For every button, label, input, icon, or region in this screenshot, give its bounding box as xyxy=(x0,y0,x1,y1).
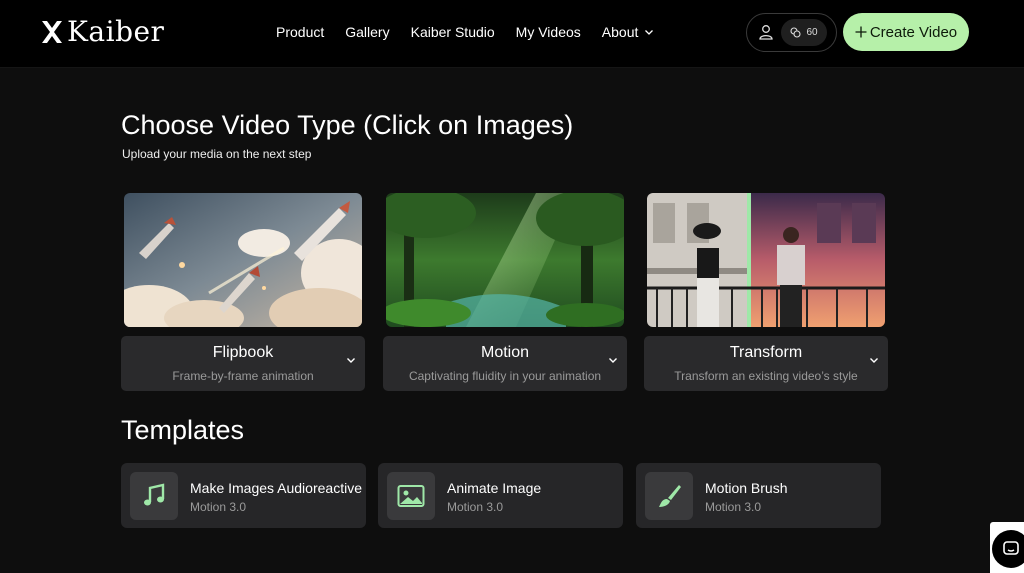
page-subtitle: Upload your media on the next step xyxy=(122,147,312,161)
template-name: Animate Image xyxy=(447,480,542,496)
top-navbar: Kaiber Product Gallery Kaiber Studio My … xyxy=(0,0,1024,68)
credits-count: 60 xyxy=(806,27,818,38)
transform-info[interactable]: Transform Transform an existing video’s … xyxy=(644,336,888,391)
template-icon-box xyxy=(387,472,435,520)
motion-preview-image[interactable] xyxy=(386,193,624,327)
create-video-button[interactable]: Create Video xyxy=(843,13,969,51)
chat-launcher-button[interactable] xyxy=(992,530,1024,568)
account-pill: 60 xyxy=(746,13,837,52)
video-type-flipbook[interactable]: Flipbook Frame-by-frame animation xyxy=(121,193,365,391)
template-animate-image[interactable]: Animate Image Motion 3.0 xyxy=(378,463,623,528)
kaiber-logo-mark-icon xyxy=(42,21,62,43)
templates-heading: Templates xyxy=(121,415,245,445)
nav-product[interactable]: Product xyxy=(276,22,324,42)
coins-icon xyxy=(790,27,801,38)
motion-title: Motion xyxy=(480,344,530,361)
nav-about[interactable]: About xyxy=(602,22,655,42)
template-version: Motion 3.0 xyxy=(447,500,504,514)
template-name: Motion Brush xyxy=(705,480,788,496)
brush-icon xyxy=(659,485,681,507)
flipbook-info[interactable]: Flipbook Frame-by-frame animation xyxy=(121,336,365,391)
chat-widget xyxy=(990,522,1024,573)
chevron-down-icon[interactable] xyxy=(345,354,357,366)
template-motion-brush[interactable]: Motion Brush Motion 3.0 xyxy=(636,463,881,528)
nav-kaiber-studio[interactable]: Kaiber Studio xyxy=(411,22,495,42)
user-icon[interactable] xyxy=(757,23,775,41)
video-type-motion[interactable]: Motion Captivating fluidity in your anim… xyxy=(383,193,627,391)
template-version: Motion 3.0 xyxy=(705,500,762,514)
template-icon-box xyxy=(645,472,693,520)
nav-my-videos[interactable]: My Videos xyxy=(516,22,581,42)
transform-title: Transform xyxy=(729,344,803,361)
motion-description: Captivating fluidity in your animation xyxy=(408,369,602,383)
chevron-down-icon[interactable] xyxy=(607,354,619,366)
video-type-transform[interactable]: Transform Transform an existing video’s … xyxy=(644,193,888,391)
main-nav: Product Gallery Kaiber Studio My Videos … xyxy=(276,22,654,42)
nav-about-label: About xyxy=(601,24,639,40)
plus-icon xyxy=(855,26,867,38)
transform-preview-image[interactable] xyxy=(647,193,885,327)
template-icon-box xyxy=(130,472,178,520)
chat-icon xyxy=(1003,541,1019,555)
template-version: Motion 3.0 xyxy=(190,500,247,514)
flipbook-description: Frame-by-frame animation xyxy=(172,369,314,383)
template-make-images-audioreactive[interactable]: Make Images Audioreactive Motion 3.0 xyxy=(121,463,366,528)
create-video-label: Create Video xyxy=(869,23,958,41)
template-name: Make Images Audioreactive xyxy=(190,480,362,496)
flipbook-preview-image[interactable] xyxy=(124,193,362,327)
nav-gallery[interactable]: Gallery xyxy=(345,22,389,42)
brand-name: Kaiber xyxy=(67,15,165,48)
credits-badge[interactable]: 60 xyxy=(781,19,827,46)
chevron-down-icon xyxy=(645,30,654,35)
motion-info[interactable]: Motion Captivating fluidity in your anim… xyxy=(383,336,627,391)
flipbook-title: Flipbook xyxy=(212,344,274,361)
music-note-icon xyxy=(144,483,165,506)
chevron-down-icon[interactable] xyxy=(868,354,880,366)
page-title: Choose Video Type (Click on Images) xyxy=(121,110,574,140)
transform-description: Transform an existing video’s style xyxy=(674,369,858,383)
image-icon xyxy=(397,485,425,507)
kaiber-logo[interactable]: Kaiber xyxy=(40,17,164,47)
